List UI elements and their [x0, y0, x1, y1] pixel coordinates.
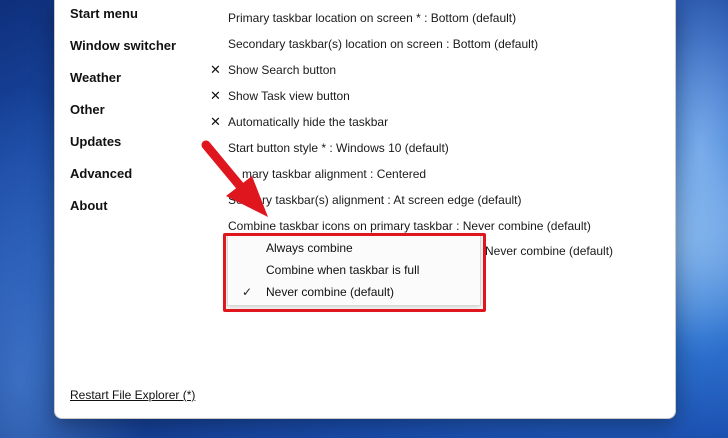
primary-taskbar-alignment-setting[interactable]: mary taskbar alignment : Centered — [242, 167, 426, 181]
x-check-icon: ✕ — [210, 114, 221, 129]
combine-primary-taskbar-setting[interactable]: Combine taskbar icons on primary taskbar… — [228, 219, 591, 233]
combine-secondary-taskbar-setting[interactable]: Never combine (default) — [485, 244, 613, 258]
start-button-style-setting[interactable]: Start button style * : Windows 10 (defau… — [228, 141, 449, 155]
x-check-icon: ✕ — [210, 88, 221, 103]
restart-explorer-link[interactable]: Restart File Explorer (*) — [70, 388, 195, 402]
highlight-box — [223, 233, 486, 312]
primary-taskbar-location-setting[interactable]: Primary taskbar location on screen * : B… — [228, 11, 516, 25]
show-search-button-setting[interactable]: Show Search button — [228, 63, 336, 77]
show-task-view-setting[interactable]: Show Task view button — [228, 89, 350, 103]
sidebar-item-advanced[interactable]: Advanced — [70, 166, 132, 181]
sidebar-item-window-switcher[interactable]: Window switcher — [70, 38, 176, 53]
sidebar-item-updates[interactable]: Updates — [70, 134, 121, 149]
auto-hide-taskbar-setting[interactable]: Automatically hide the taskbar — [228, 115, 388, 129]
sidebar-item-about[interactable]: About — [70, 198, 108, 213]
secondary-alignment-prefix: Seco — [228, 193, 256, 207]
sidebar-item-weather[interactable]: Weather — [70, 70, 121, 85]
sidebar-item-start-menu[interactable]: Start menu — [70, 6, 138, 21]
x-check-icon: ✕ — [210, 62, 221, 77]
secondary-alignment-rest: ary taskbar(s) alignment : At screen edg… — [255, 193, 522, 207]
sidebar-item-other[interactable]: Other — [70, 102, 105, 117]
secondary-taskbar-alignment-setting[interactable]: Secoary taskbar(s) alignment : At screen… — [228, 193, 522, 207]
settings-window: Start menu Window switcher Weather Other… — [54, 0, 676, 419]
secondary-taskbar-location-setting[interactable]: Secondary taskbar(s) location on screen … — [228, 37, 538, 51]
